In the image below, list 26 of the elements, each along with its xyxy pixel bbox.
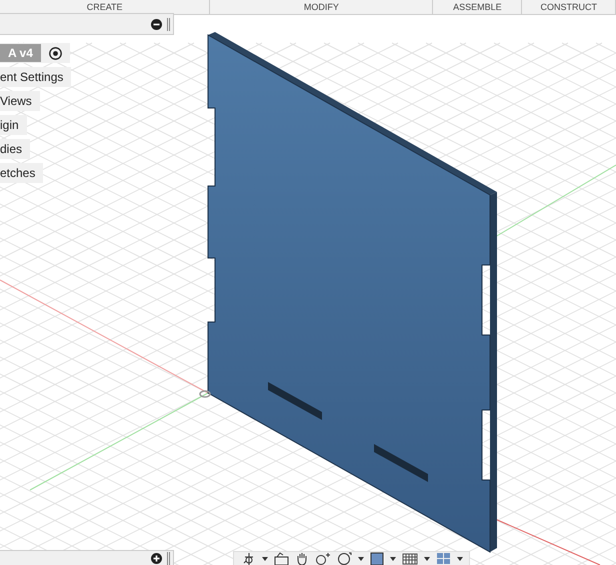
drag-handle-icon[interactable]: [167, 18, 170, 30]
component-name: A v4: [0, 44, 41, 62]
viewports-icon[interactable]: [436, 552, 451, 565]
pan-hand-icon[interactable]: [295, 552, 309, 565]
zoom-icon[interactable]: [315, 552, 331, 565]
toolbar-tab[interactable]: MODIFY: [210, 0, 434, 14]
toolbar-tab[interactable]: ASSEMBLE: [433, 0, 522, 14]
expand-icon[interactable]: [151, 552, 162, 564]
browser-item[interactable]: Views: [0, 91, 40, 111]
look-at-icon[interactable]: [274, 552, 289, 565]
caret-icon[interactable]: [424, 557, 430, 561]
browser-item[interactable]: etches: [0, 163, 44, 183]
browser-item[interactable]: igin: [0, 115, 27, 135]
caret-icon[interactable]: [390, 557, 396, 561]
browser-item[interactable]: ent Settings: [0, 67, 72, 87]
toolbar-tab[interactable]: CONSTRUCT: [522, 0, 616, 14]
caret-icon[interactable]: [457, 557, 463, 561]
caret-icon[interactable]: [262, 557, 268, 561]
browser-item[interactable]: dies: [0, 139, 30, 159]
activate-radio-icon[interactable]: [48, 46, 62, 60]
collapse-icon[interactable]: [151, 18, 162, 30]
grid-icon[interactable]: [402, 552, 418, 565]
fit-icon[interactable]: [337, 552, 352, 565]
orbit-icon[interactable]: [242, 552, 256, 565]
caret-icon[interactable]: [358, 557, 364, 561]
drag-handle-icon[interactable]: [167, 552, 170, 564]
